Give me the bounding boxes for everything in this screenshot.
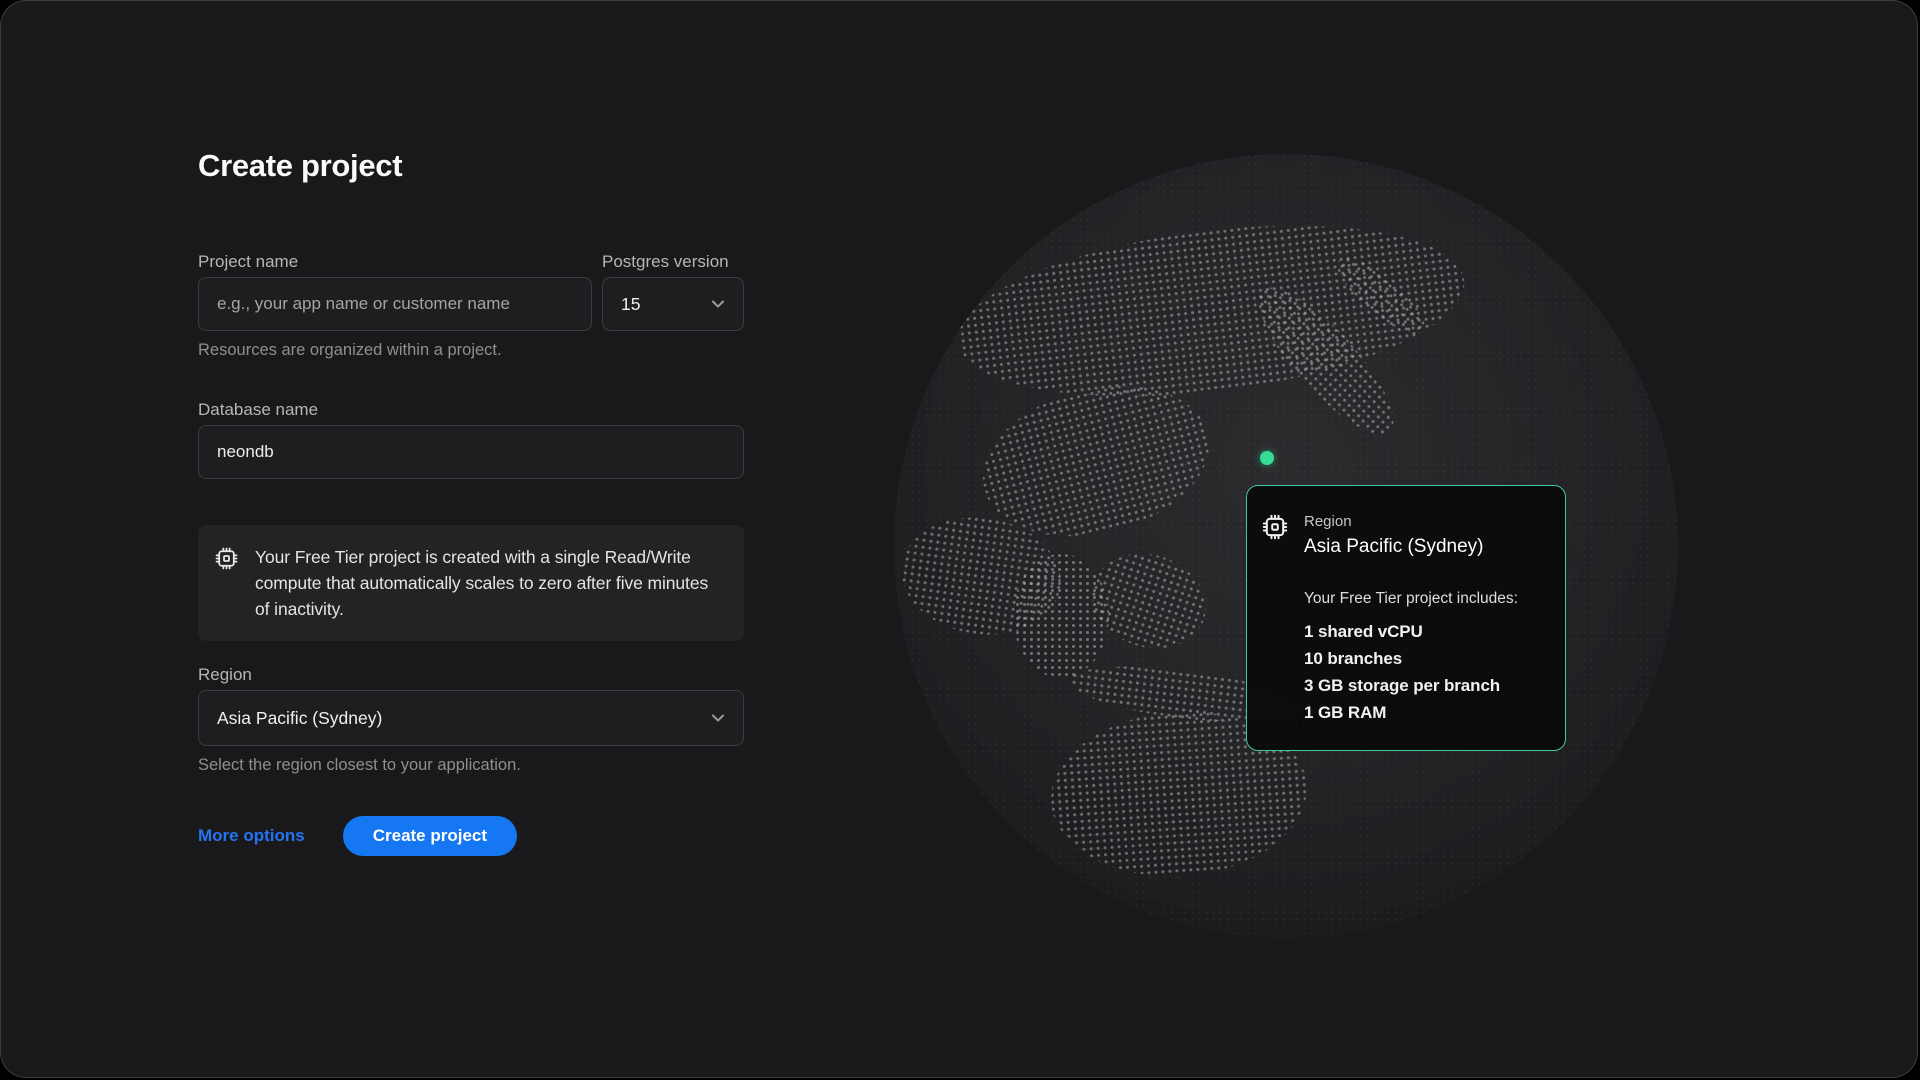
cpu-icon [214, 546, 239, 571]
postgres-version-value: 15 [621, 294, 640, 315]
create-project-button[interactable]: Create project [343, 816, 517, 856]
region-value: Asia Pacific (Sydney) [217, 708, 382, 729]
project-name-input[interactable] [198, 277, 592, 331]
database-name-input[interactable] [198, 425, 744, 479]
globe-visualization: Region Asia Pacific (Sydney) Your Free T… [881, 146, 1691, 956]
tooltip-includes-heading: Your Free Tier project includes: [1304, 589, 1518, 609]
chevron-down-icon [709, 295, 727, 313]
region-tooltip-card: Region Asia Pacific (Sydney) Your Free T… [1246, 485, 1566, 751]
list-item: 10 branches [1304, 645, 1518, 672]
free-tier-note: Your Free Tier project is created with a… [255, 544, 726, 622]
region-select[interactable]: Asia Pacific (Sydney) [198, 690, 744, 746]
project-name-field: Project name [198, 251, 592, 331]
project-name-label: Project name [198, 251, 592, 273]
region-marker-dot [1260, 451, 1274, 465]
postgres-version-field: Postgres version 15 [602, 251, 744, 331]
tooltip-region-label: Region [1304, 512, 1518, 531]
region-label: Region [198, 664, 744, 686]
more-options-link[interactable]: More options [198, 826, 305, 846]
chevron-down-icon [709, 709, 727, 727]
region-field: Region Asia Pacific (Sydney) Select the … [198, 664, 744, 776]
list-item: 1 GB RAM [1304, 699, 1518, 726]
create-project-page: Create project Project name Postgres ver… [0, 0, 1918, 1078]
list-item: 1 shared vCPU [1304, 618, 1518, 645]
region-helper: Select the region closest to your applic… [198, 754, 744, 776]
tooltip-includes-list: 1 shared vCPU 10 branches 3 GB storage p… [1304, 618, 1518, 726]
cpu-icon [1261, 513, 1289, 541]
free-tier-info-box: Your Free Tier project is created with a… [198, 525, 744, 641]
database-name-field: Database name [198, 399, 744, 479]
tooltip-region-value: Asia Pacific (Sydney) [1304, 534, 1518, 559]
postgres-version-select[interactable]: 15 [602, 277, 744, 331]
page-title: Create project [198, 147, 744, 185]
tooltip-content: Region Asia Pacific (Sydney) Your Free T… [1304, 512, 1518, 726]
database-name-label: Database name [198, 399, 744, 421]
create-project-form: Create project Project name Postgres ver… [198, 147, 744, 856]
project-name-helper: Resources are organized within a project… [198, 339, 744, 361]
postgres-version-label: Postgres version [602, 251, 744, 273]
name-version-row: Project name Postgres version 15 [198, 251, 744, 331]
form-actions: More options Create project [198, 816, 744, 856]
list-item: 3 GB storage per branch [1304, 672, 1518, 699]
